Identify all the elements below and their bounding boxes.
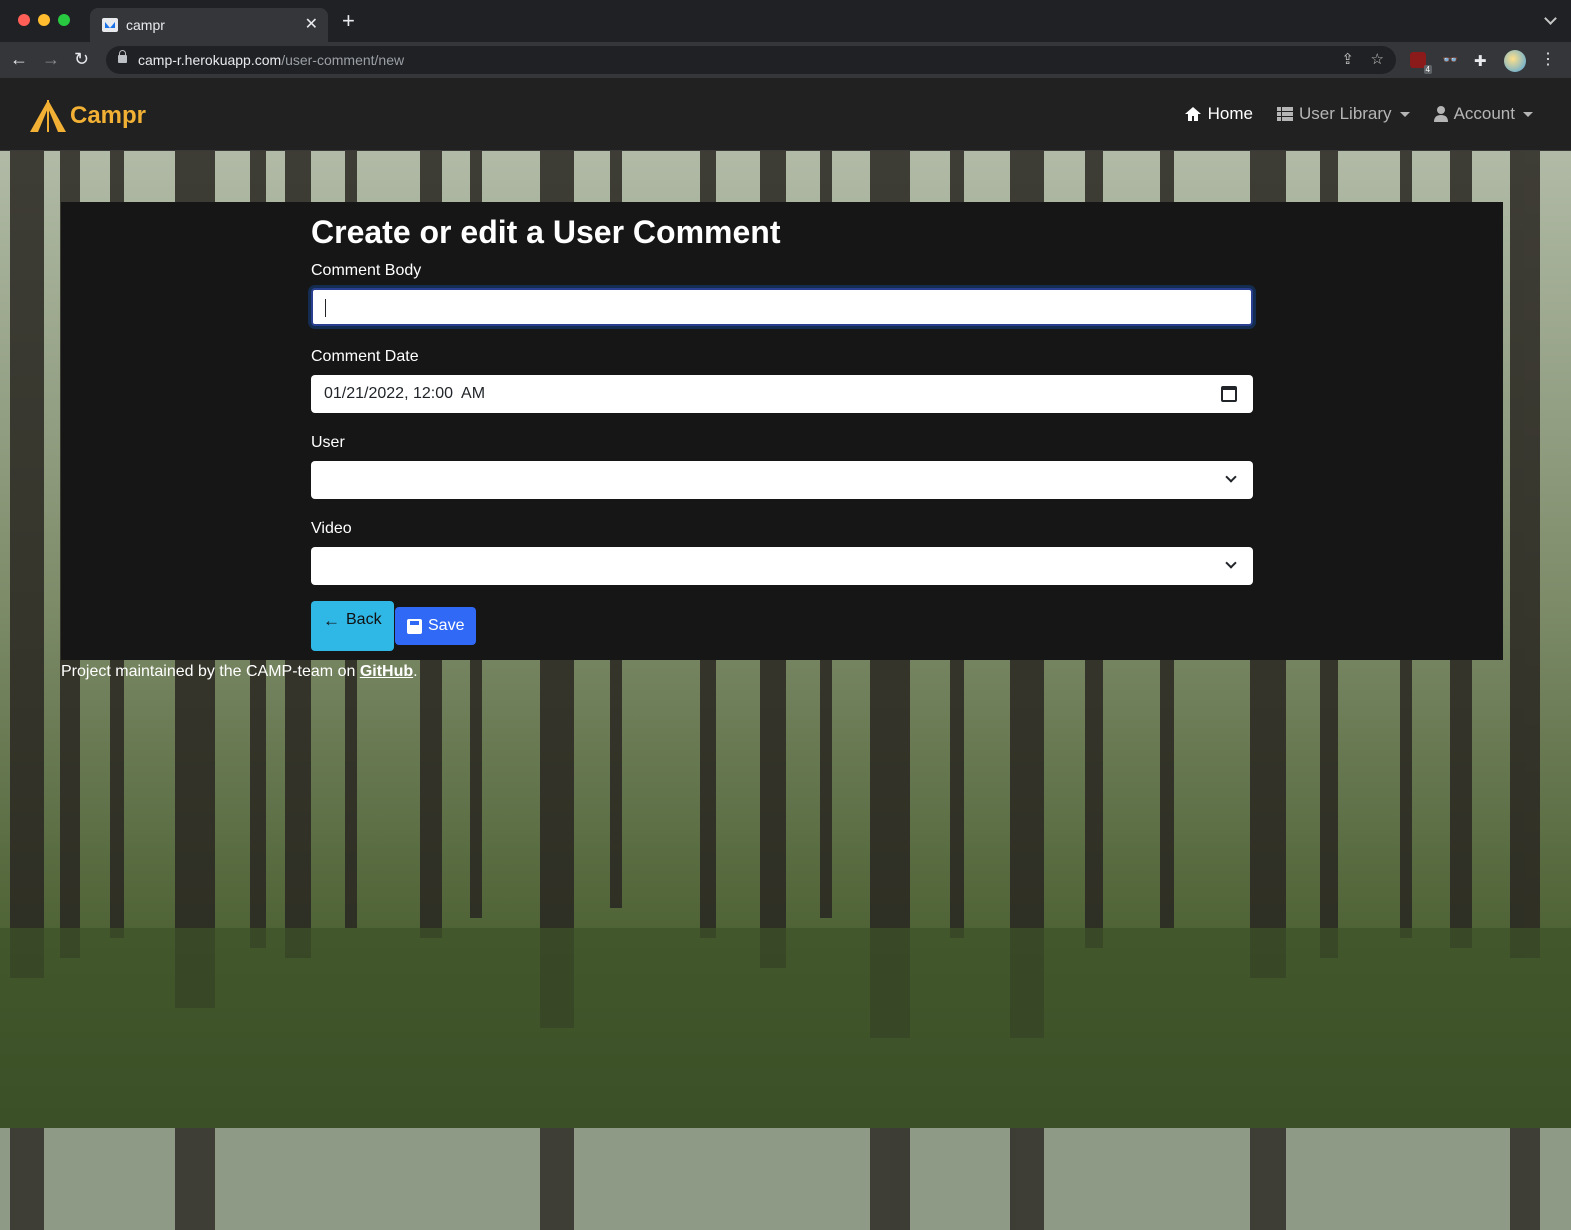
home-icon	[1184, 107, 1201, 121]
close-window-button[interactable]	[18, 14, 30, 26]
video-select[interactable]	[311, 547, 1253, 585]
nav-home-link[interactable]: Home	[1184, 104, 1253, 124]
chevron-down-icon	[1225, 471, 1237, 483]
comment-body-input[interactable]	[311, 288, 1253, 326]
footer-text: Project maintained by the CAMP-team on	[61, 663, 360, 680]
footer: Project maintained by the CAMP-team on G…	[61, 663, 418, 681]
user-icon	[1433, 106, 1448, 122]
lock-icon[interactable]	[118, 50, 127, 63]
github-link[interactable]: GitHub	[360, 663, 413, 680]
favicon-icon	[102, 18, 118, 32]
ublock-extension-icon[interactable]: 4	[1410, 52, 1432, 74]
save-button-label: Save	[428, 617, 465, 634]
save-button[interactable]: Save	[395, 607, 477, 645]
nav-account-dropdown[interactable]: Account	[1433, 104, 1533, 124]
comment-date-value: 01/21/2022, 12:00 AM	[324, 385, 486, 402]
bookmark-star-icon[interactable]: ☆	[1371, 50, 1384, 68]
user-select[interactable]	[311, 461, 1253, 499]
browser-tab-strip: campr ✕ +	[0, 0, 1571, 42]
site-navbar: Campr Home User Library Account	[0, 78, 1571, 151]
new-tab-icon[interactable]: +	[342, 10, 355, 32]
save-icon	[407, 618, 422, 634]
chevron-down-icon	[1225, 557, 1237, 569]
maximize-window-button[interactable]	[58, 14, 70, 26]
back-button-label: Back	[346, 611, 382, 628]
page: Campr Home User Library Account Create o…	[0, 78, 1571, 1230]
reload-icon[interactable]: ↻	[74, 48, 89, 70]
caret-down-icon	[1399, 111, 1410, 117]
url-text[interactable]: camp-r.herokuapp.com/user-comment/new	[138, 52, 404, 68]
calendar-icon[interactable]	[1221, 386, 1237, 402]
tab-search-chevron-icon[interactable]	[1544, 12, 1557, 25]
close-tab-icon[interactable]: ✕	[305, 14, 318, 34]
extensions-puzzle-icon[interactable]: ✚	[1474, 52, 1490, 70]
back-button[interactable]: ← Back	[311, 601, 394, 651]
user-label: User	[311, 434, 345, 451]
comment-date-label: Comment Date	[311, 348, 419, 365]
comment-body-label: Comment Body	[311, 262, 422, 279]
tent-logo-icon	[30, 100, 66, 132]
brand-link[interactable]: Campr	[28, 98, 146, 134]
tab-title: campr	[126, 17, 165, 33]
browser-toolbar: ← → ↻ camp-r.herokuapp.com/user-comment/…	[0, 42, 1571, 78]
arrow-left-icon: ←	[323, 611, 340, 630]
video-label: Video	[311, 520, 352, 537]
profile-avatar[interactable]	[1504, 50, 1526, 72]
nav-user-library-label: User Library	[1298, 104, 1392, 123]
text-cursor	[325, 299, 326, 317]
glasses-extension-icon[interactable]: 👓	[1442, 52, 1458, 68]
comment-date-input[interactable]: 01/21/2022, 12:00 AM	[311, 375, 1253, 413]
minimize-window-button[interactable]	[38, 14, 50, 26]
address-bar[interactable]: camp-r.herokuapp.com/user-comment/new ⇪ …	[106, 46, 1396, 74]
nav-user-library-dropdown[interactable]: User Library	[1276, 104, 1410, 124]
nav-links: Home User Library Account	[1184, 104, 1533, 124]
browser-tab[interactable]: campr ✕	[90, 8, 328, 42]
footer-suffix: .	[413, 663, 418, 680]
forward-arrow-icon[interactable]: →	[42, 48, 60, 70]
nav-account-label: Account	[1453, 104, 1515, 123]
back-arrow-icon[interactable]: ←	[10, 48, 28, 70]
page-title: Create or edit a User Comment	[311, 214, 781, 250]
share-icon[interactable]: ⇪	[1341, 50, 1354, 68]
form-card: Create or edit a User Comment Comment Bo…	[61, 202, 1503, 660]
nav-home-label: Home	[1207, 104, 1253, 123]
brand-name: Campr	[70, 102, 147, 129]
caret-down-icon	[1523, 111, 1533, 117]
browser-menu-icon[interactable]: ⋮	[1540, 49, 1556, 69]
list-icon	[1276, 107, 1293, 121]
